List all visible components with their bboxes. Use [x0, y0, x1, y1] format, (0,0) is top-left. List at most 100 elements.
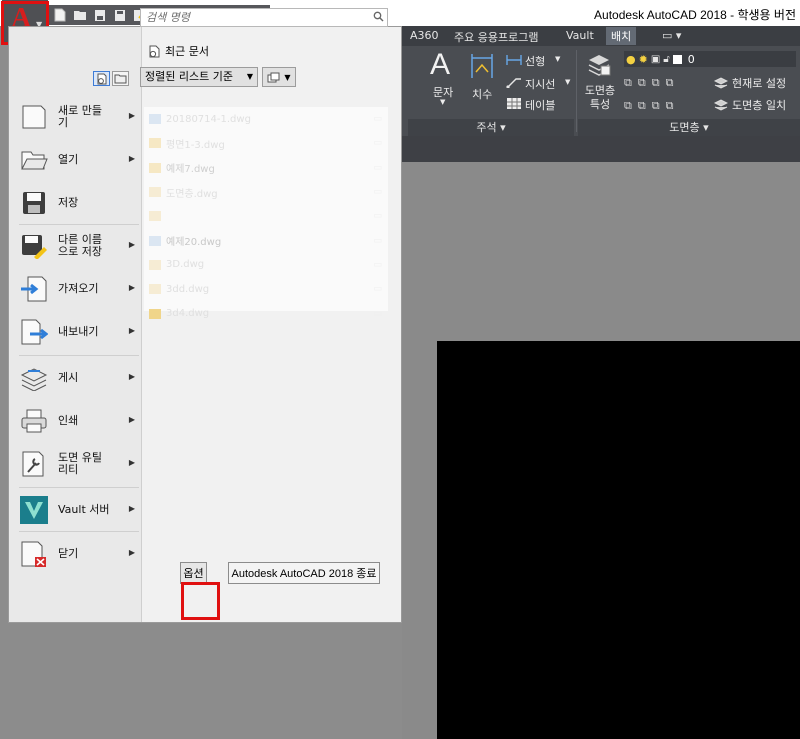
layer-thaw-icon[interactable]: ⧉ — [652, 99, 660, 113]
menu-item-publish[interactable]: 게시 ▶ — [19, 358, 137, 398]
tab-a360[interactable]: A360 — [410, 29, 439, 42]
export-icon — [19, 317, 49, 347]
save-icon[interactable] — [92, 8, 108, 22]
recent-file-name: 예제20.dwg — [166, 237, 222, 249]
menu-item-label: 열기 — [58, 153, 79, 166]
text-tool-chevron-icon[interactable]: ▼ — [440, 98, 445, 106]
text-tool-icon[interactable]: A — [430, 50, 450, 80]
layer-freeze-sun-icon[interactable]: ✹ — [639, 53, 648, 66]
match-layer-button[interactable]: 도면층 일치 — [732, 97, 786, 113]
menu-item-label: 가져오기 — [58, 282, 99, 295]
pin-icon[interactable]: ▭ — [373, 284, 382, 294]
saveas-icon[interactable] — [112, 8, 128, 22]
layer-lock-tool-icon[interactable]: ⧉ — [666, 76, 674, 90]
layer-on-bulb-icon[interactable]: ● — [626, 53, 636, 66]
menu-item-drawing-utilities[interactable]: 도면 유틸 리티 ▶ — [19, 444, 137, 484]
leader-dropdown-icon[interactable]: ▼ — [565, 78, 570, 86]
linear-dim-dropdown-icon[interactable]: ▼ — [555, 55, 560, 63]
search-input[interactable] — [140, 8, 388, 27]
layer-properties-icon[interactable] — [586, 52, 612, 78]
menu-item-vault-server[interactable]: Vault 서버 ▶ — [19, 490, 137, 530]
pin-icon[interactable]: ▭ — [373, 236, 382, 246]
layer-unlock-icon[interactable]: ⧉ — [666, 99, 674, 113]
display-mode-dropdown[interactable]: ▼ — [262, 67, 296, 87]
layer-on-tool-icon[interactable]: ⧉ — [624, 99, 632, 113]
layer-dropdown[interactable]: ● ✹ ▣ 🔓︎ 0 — [624, 51, 796, 67]
menu-item-close[interactable]: 닫기 ▶ — [19, 534, 137, 574]
pin-icon[interactable]: ▭ — [373, 138, 382, 148]
menu-item-print[interactable]: 인쇄 ▶ — [19, 401, 137, 441]
menu-item-label: 인쇄 — [58, 414, 79, 427]
pin-icon[interactable]: ▭ — [373, 309, 382, 319]
file-tabs-bar — [402, 136, 800, 162]
make-current-button[interactable]: 현재로 설정 — [732, 75, 786, 91]
recent-file-row[interactable]: ▭ — [144, 204, 388, 228]
tab-vault[interactable]: Vault — [566, 29, 594, 42]
menu-item-label: 게시 — [58, 371, 79, 384]
recent-documents-icon — [149, 45, 160, 57]
pin-icon[interactable]: ▭ — [373, 260, 382, 270]
recent-documents-view-toggle[interactable] — [93, 71, 110, 86]
open-documents-view-toggle[interactable] — [112, 71, 129, 86]
menu-item-label: 도면 유틸 리티 — [58, 451, 102, 476]
pin-icon[interactable]: ▭ — [373, 211, 382, 221]
layer-freeze-icon[interactable]: ⧉ — [652, 76, 660, 90]
menu-item-save[interactable]: 저장 — [19, 183, 137, 223]
linear-dim-icon — [506, 55, 522, 65]
menu-item-import[interactable]: 가져오기 ▶ — [19, 269, 137, 309]
menu-item-save-as[interactable]: 다른 이름 으로 저장 ▶ — [19, 226, 137, 266]
menu-item-label: 새로 만들 기 — [58, 104, 102, 129]
search-icon[interactable] — [373, 11, 384, 22]
recent-file-row[interactable]: 도면층.dwg ▭ — [144, 180, 388, 204]
layer-isolate-icon[interactable]: ⧉ — [638, 76, 646, 90]
layer-unisolate-icon[interactable]: ⧉ — [638, 99, 646, 113]
new-icon[interactable] — [52, 8, 68, 22]
tab-layout[interactable]: 배치 — [606, 27, 637, 45]
annotation-panel-label[interactable]: 주석 ▾ — [408, 119, 574, 136]
menu-view-toggles — [93, 71, 131, 86]
menu-separator — [19, 531, 139, 532]
dimension-tool-icon[interactable] — [470, 52, 494, 80]
menu-item-export[interactable]: 내보내기 ▶ — [19, 312, 137, 352]
recent-file-row[interactable]: 예제7.dwg ▭ — [144, 156, 388, 180]
pin-icon[interactable]: ▭ — [373, 187, 382, 197]
recent-file-name: 3dd.dwg — [166, 283, 210, 295]
layers-panel-label[interactable]: 도면층 ▾ — [578, 119, 800, 136]
make-current-icon — [714, 77, 728, 89]
publish-icon — [19, 363, 49, 393]
options-button[interactable]: 옵션 — [180, 562, 207, 584]
drawing-utilities-icon — [19, 449, 49, 479]
exit-autocad-button[interactable]: Autodesk AutoCAD 2018 종료 — [228, 562, 380, 584]
sort-dropdown[interactable]: 정렬된 리스트 기준 ▼ — [140, 67, 258, 87]
layer-color-swatch[interactable] — [672, 54, 682, 64]
leader-button[interactable]: 지시선 — [525, 76, 555, 92]
recent-file-row[interactable]: 20180714-1.dwg ▭ — [144, 107, 388, 131]
layer-properties-label[interactable]: 도면층 특성 — [582, 84, 618, 112]
table-button[interactable]: 테이블 — [525, 97, 555, 113]
recent-file-row[interactable]: 3d4.dwg ▭ — [144, 301, 388, 325]
recent-file-row[interactable]: 예제20.dwg ▭ — [144, 228, 388, 252]
layout-paper[interactable] — [437, 341, 800, 739]
open-icon[interactable] — [72, 8, 88, 22]
recent-file-row[interactable]: 3dd.dwg ▭ — [144, 277, 388, 301]
submenu-arrow-icon: ▶ — [128, 326, 135, 335]
pin-icon[interactable]: ▭ — [373, 163, 382, 173]
layer-lock-icon[interactable]: 🔓︎ — [663, 54, 669, 65]
recent-file-row[interactable]: 평면1-3.dwg ▭ — [144, 131, 388, 155]
ribbon-options-icon[interactable]: ▭ ▾ — [662, 29, 681, 42]
layer-viewport-icon[interactable]: ▣ — [651, 54, 660, 65]
ribbon-tab-bar: A360 주요 응용프로그램 Vault 배치 ▭ ▾ — [402, 26, 800, 46]
chevron-down-icon: ▼ — [284, 72, 291, 82]
vault-icon — [19, 495, 49, 525]
dimension-tool-label[interactable]: 치수 — [472, 86, 492, 102]
tab-featured-apps[interactable]: 주요 응용프로그램 — [454, 29, 538, 45]
linear-dim-button[interactable]: 선형 — [525, 53, 545, 69]
close-document-icon — [19, 539, 49, 569]
menu-item-new[interactable]: 새로 만들 기 ▶ — [19, 97, 137, 137]
pin-icon[interactable]: ▭ — [373, 114, 382, 124]
menu-item-open[interactable]: 열기 ▶ — [19, 140, 137, 180]
recent-file-row[interactable]: 3D.dwg ▭ — [144, 253, 388, 277]
menu-separator — [19, 355, 139, 356]
layer-off-icon[interactable]: ⧉ — [624, 76, 632, 90]
submenu-arrow-icon: ▶ — [128, 415, 135, 424]
